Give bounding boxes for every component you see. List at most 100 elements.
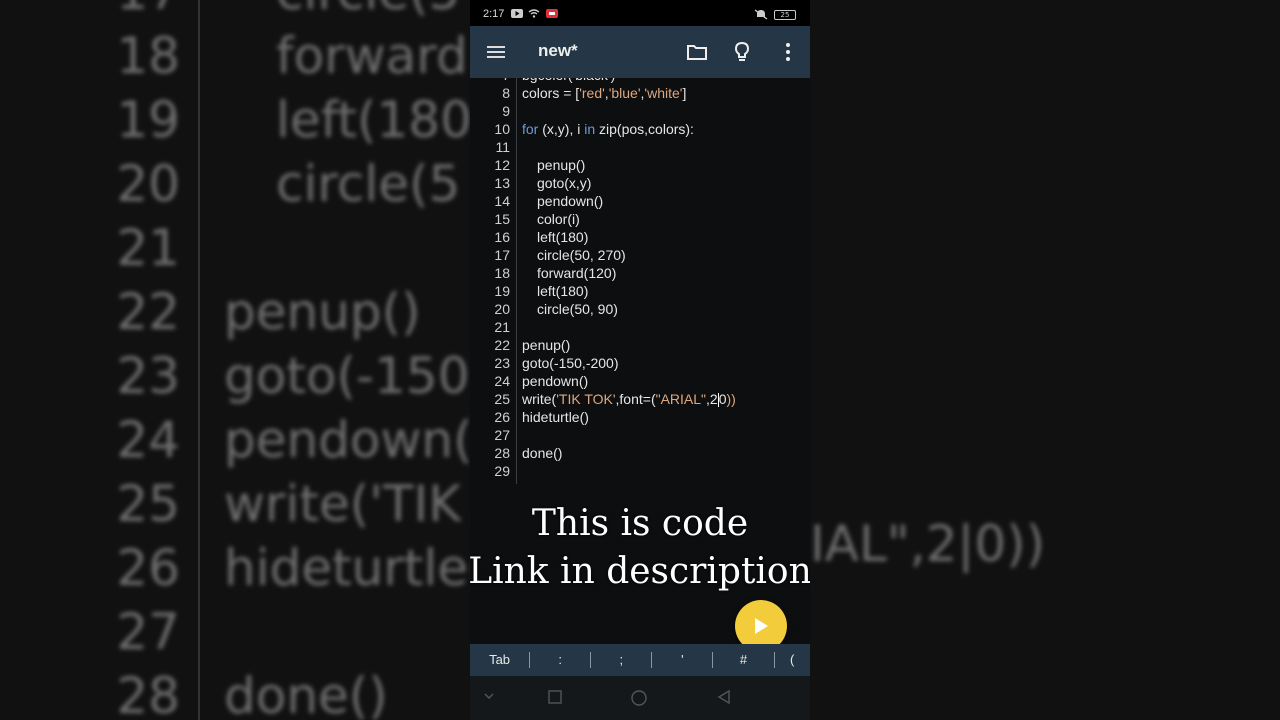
- code-line: 14 pendown(): [470, 192, 810, 210]
- background-line-number: 21: [116, 219, 180, 277]
- code-line: 29: [470, 462, 810, 480]
- status-time: 2:17: [483, 8, 505, 20]
- line-number: 23: [494, 355, 510, 371]
- wifi-icon: [528, 9, 540, 18]
- status-bar: 2:17 25: [470, 0, 810, 26]
- string-token: 'white': [644, 85, 683, 101]
- background-code-text: penup(): [224, 283, 421, 341]
- code-token: left(180): [537, 229, 589, 245]
- extra-keys-bar: Tab:; ' #(: [470, 644, 810, 676]
- background-left: 17circle(518forward19 left(180 20 circle(5 2…: [0, 0, 470, 720]
- code-text: goto(-150,-200): [522, 354, 619, 372]
- mute-icon: [754, 9, 768, 20]
- code-text: penup(): [522, 336, 570, 354]
- code-text: color(i): [537, 210, 580, 228]
- code-token: circle(50, 90): [537, 301, 618, 317]
- background-line-number: 17: [110, 0, 180, 24]
- status-right: 25: [754, 9, 796, 20]
- code-token: goto(-150,-200): [522, 355, 619, 371]
- code-token: goto(x,y): [537, 175, 592, 191]
- recents-icon[interactable]: [547, 689, 563, 705]
- code-text: goto(x,y): [537, 174, 591, 192]
- code-text: done(): [522, 444, 562, 462]
- code-line: 24 pendown(): [470, 372, 810, 390]
- background-code: 17circle(518forward19 left(180 20 circle(5 2…: [0, 0, 470, 720]
- code-text: circle(50, 270): [537, 246, 626, 264]
- string-token: 'TIK TOK': [556, 391, 616, 407]
- code-line: 27: [470, 426, 810, 444]
- code-token: penup(): [522, 337, 571, 353]
- line-number: 9: [502, 103, 510, 119]
- code-line: 26 hideturtle(): [470, 408, 810, 426]
- code-text: circle(50, 90): [537, 300, 618, 318]
- background-row: 24 pendown(: [0, 408, 470, 472]
- background-line-number: 26: [116, 539, 180, 597]
- video-caption: This is code Link in description: [470, 500, 810, 596]
- background-line-number: 19: [116, 91, 180, 149]
- caption-line-1: This is code: [531, 503, 749, 544]
- home-icon[interactable]: [630, 689, 648, 707]
- background-row: 17 circle(5: [0, 0, 470, 24]
- background-fragment: IAL",2|0)): [810, 515, 1046, 573]
- menu-icon[interactable]: [484, 40, 508, 64]
- line-number: 15: [494, 211, 510, 227]
- line-number: 26: [494, 409, 510, 425]
- phone-screen: 2:17 25 new* 7bgcolor('black')8colors = …: [470, 0, 810, 720]
- background-row: 18 forward: [0, 24, 470, 88]
- code-token: color(i): [537, 211, 580, 227]
- background-code-text: left(180: [276, 91, 470, 149]
- extra-key[interactable]: Tab: [470, 644, 529, 676]
- code-text: left(180): [537, 282, 588, 300]
- background-right: IAL",2|0)): [810, 0, 1280, 720]
- code-text: penup(): [537, 156, 585, 174]
- background-code-text: circle(5: [276, 155, 461, 213]
- folder-icon[interactable]: [685, 40, 709, 64]
- code-text: hideturtle(): [522, 408, 589, 426]
- background-row: 25 write('TIK: [0, 472, 470, 536]
- code-line: 11: [470, 138, 810, 156]
- code-text: for (x,y), i in zip(pos,colors):: [522, 120, 694, 138]
- line-number: 29: [494, 463, 510, 479]
- extra-key[interactable]: :: [530, 644, 590, 676]
- code-token: pendown(): [537, 193, 604, 209]
- code-token: bgcolor('black'): [522, 78, 615, 83]
- line-number: 10: [494, 121, 510, 137]
- background-line-number: 28: [116, 667, 180, 720]
- line-number: 19: [494, 283, 510, 299]
- background-row: 19 left(180: [0, 88, 470, 152]
- battery-icon: 25: [774, 9, 796, 20]
- string-token: )): [726, 391, 736, 407]
- background-code-text: pendown(: [224, 411, 470, 469]
- notification-icon: [546, 9, 558, 18]
- code-text: left(180): [537, 228, 588, 246]
- extra-key[interactable]: ;: [591, 644, 651, 676]
- code-text: pendown(): [537, 192, 603, 210]
- background-row: 21: [0, 216, 470, 280]
- lightbulb-icon[interactable]: [730, 40, 754, 64]
- code-token: write(: [522, 391, 557, 407]
- code-token: (x,y), i: [538, 121, 585, 137]
- code-line: 15 color(i): [470, 210, 810, 228]
- background-line-number: 20: [116, 155, 180, 213]
- keyword-token: in: [584, 121, 596, 137]
- extra-key[interactable]: ': [652, 644, 712, 676]
- code-line: 16 left(180): [470, 228, 810, 246]
- more-options-icon[interactable]: [776, 40, 800, 64]
- background-row: 27: [0, 600, 470, 664]
- back-icon[interactable]: [716, 689, 732, 705]
- code-token: hideturtle(): [522, 409, 589, 425]
- extra-key[interactable]: #: [713, 644, 773, 676]
- code-token: ,font=(: [615, 391, 656, 407]
- hide-keyboard-icon[interactable]: [482, 689, 496, 703]
- code-token: left(180): [537, 283, 589, 299]
- code-line: 23 goto(-150,-200): [470, 354, 810, 372]
- code-text: colors = ['red','blue','white']: [522, 84, 686, 102]
- code-line: 20 circle(50, 90): [470, 300, 810, 318]
- line-number: 13: [494, 175, 510, 191]
- line-number: 12: [494, 157, 510, 173]
- extra-key[interactable]: (: [774, 644, 809, 676]
- code-text: write('TIK TOK',font=("ARIAL",20)): [522, 390, 736, 408]
- line-number: 16: [494, 229, 510, 245]
- code-token: ,2: [706, 391, 718, 407]
- string-token: 'blue': [608, 85, 641, 101]
